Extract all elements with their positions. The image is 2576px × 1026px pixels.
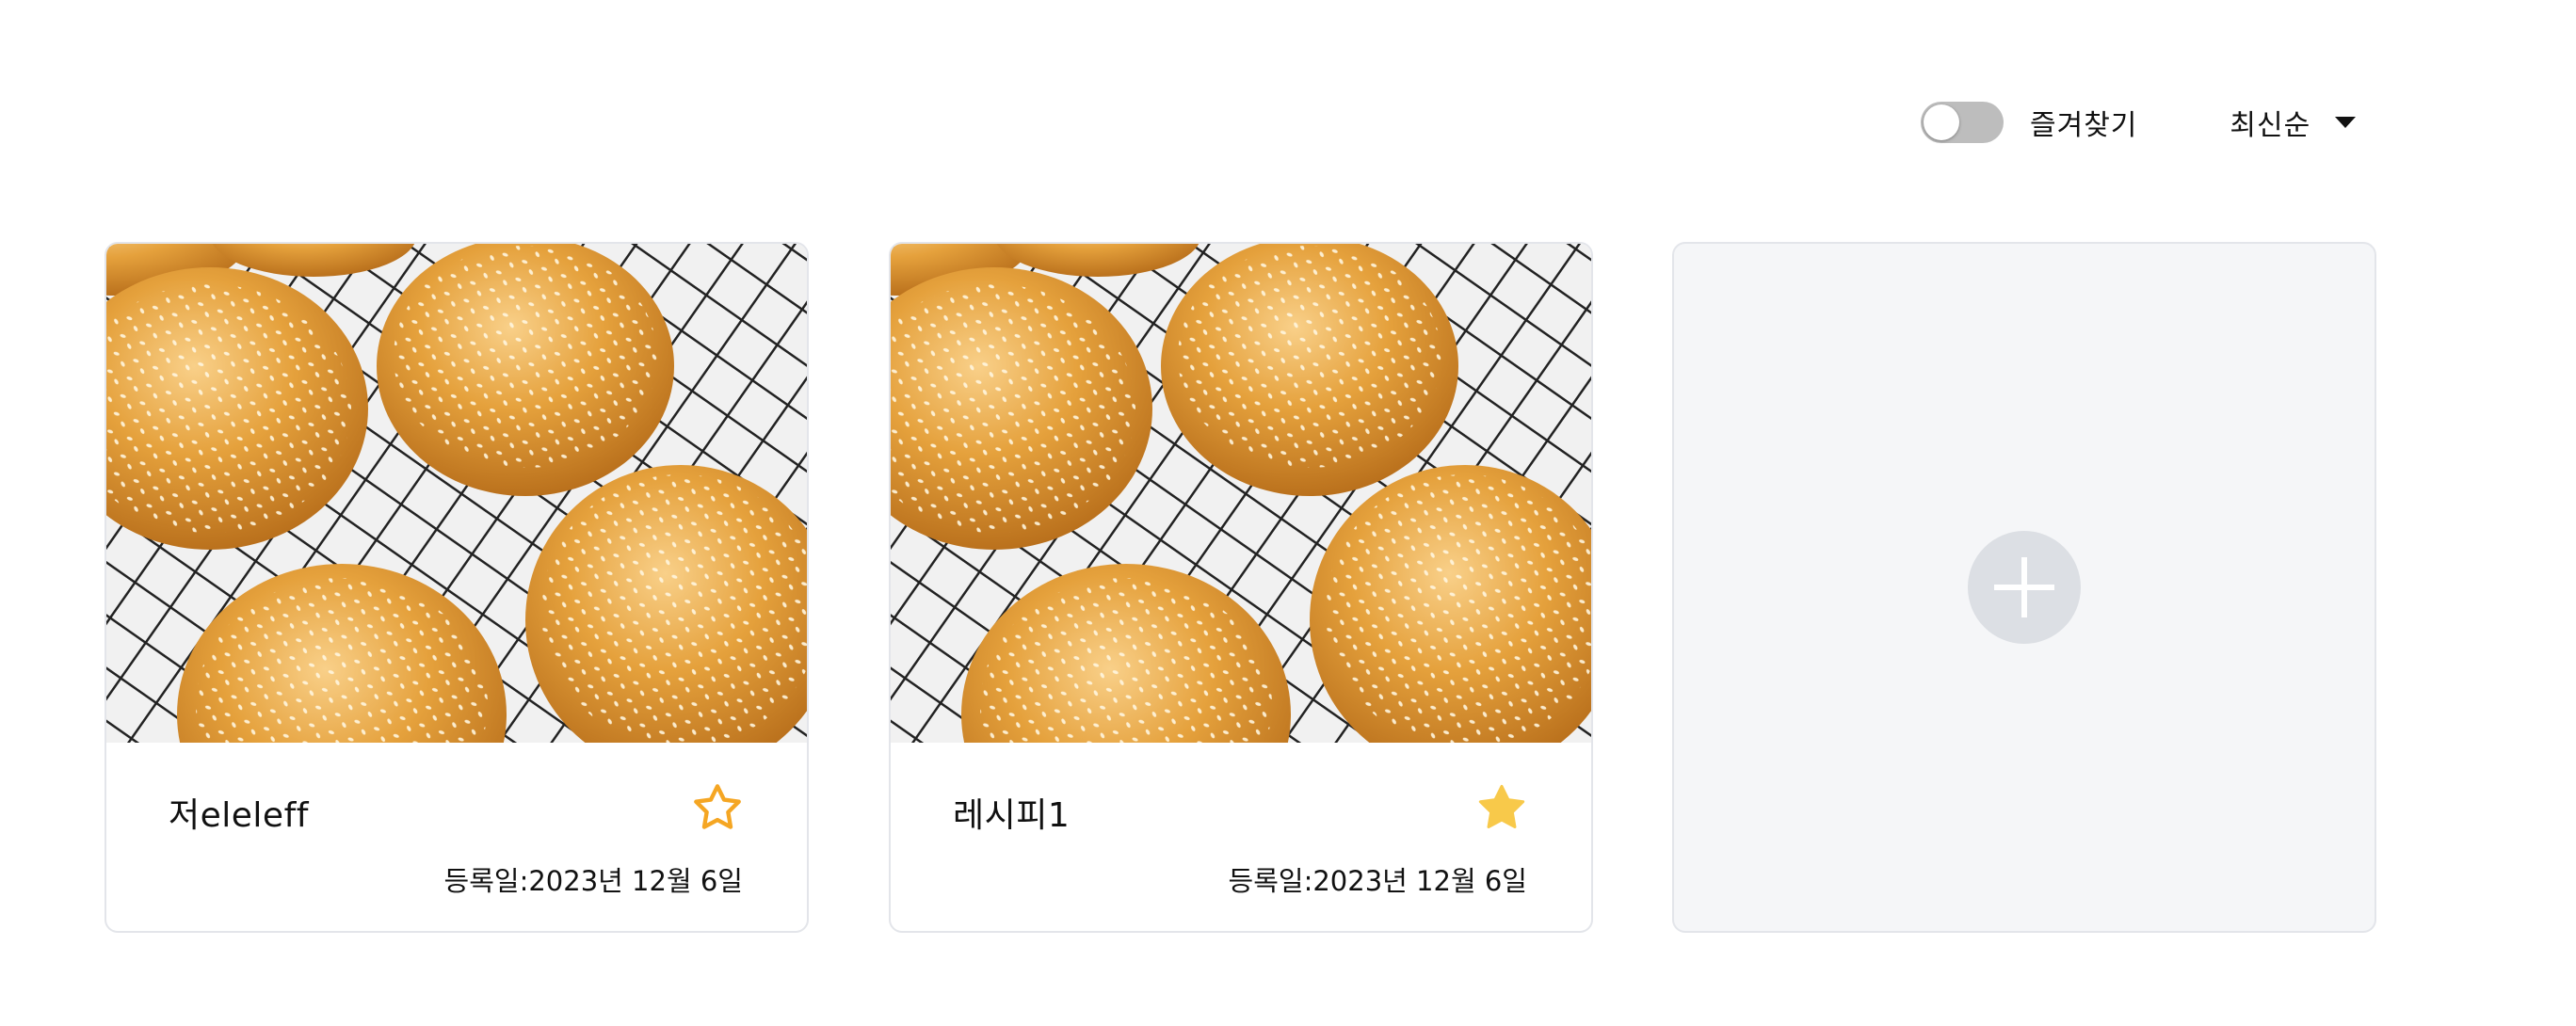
star-filled-icon[interactable] [1474,780,1529,835]
recipe-image [106,244,807,743]
caret-down-icon [2335,117,2357,128]
toggle-knob [1924,104,1959,140]
recipe-title: 레시피1 [953,796,1071,835]
toolbar: 즐겨찾기 최신순 [1921,94,2357,151]
recipe-card[interactable]: 저eleleff 등록일:2023년 12월 6일 [105,242,809,933]
favorites-toggle-label: 즐겨찾기 [2030,109,2138,142]
add-recipe-card[interactable] [1672,242,2376,933]
recipe-image [891,244,1591,743]
star-outline-icon[interactable] [690,780,745,835]
sort-dropdown[interactable]: 최신순 [2230,102,2357,143]
recipe-title: 저eleleff [169,796,309,835]
favorites-toggle[interactable] [1921,102,2004,143]
recipe-card[interactable]: 레시피1 등록일:2023년 12월 6일 [889,242,1593,933]
recipe-date: 등록일:2023년 12월 6일 [443,865,743,897]
plus-icon[interactable] [1968,531,2081,644]
recipe-date: 등록일:2023년 12월 6일 [1228,865,1527,897]
sort-dropdown-label: 최신순 [2230,109,2311,142]
